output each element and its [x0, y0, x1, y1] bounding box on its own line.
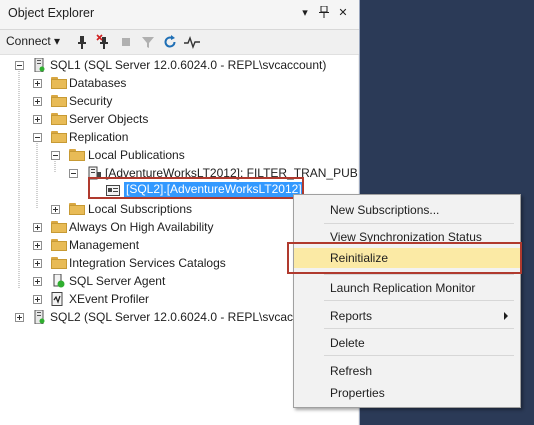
folder-icon [51, 239, 67, 251]
stop-icon[interactable] [118, 34, 134, 50]
menu-separator [324, 300, 514, 301]
tree-node-replication[interactable]: Replication [0, 128, 358, 146]
node-label: Local Subscriptions [88, 202, 193, 216]
expand-toggle[interactable] [33, 295, 42, 304]
expand-toggle[interactable] [33, 277, 42, 286]
expand-toggle[interactable] [33, 79, 42, 88]
folder-icon [51, 113, 67, 125]
expand-toggle[interactable] [33, 97, 42, 106]
connect-button[interactable]: Connect ▾ [6, 34, 60, 48]
folder-icon [51, 77, 67, 89]
folder-icon [69, 149, 85, 161]
refresh-icon[interactable] [162, 34, 178, 50]
reinitialize-highlight-box [287, 242, 522, 274]
node-label: SQL Server Agent [69, 274, 166, 288]
title-bar: Object Explorer ▾ ✕ [0, 0, 359, 30]
close-icon[interactable]: ✕ [336, 6, 350, 20]
menu-separator [324, 274, 514, 275]
menu-item-label: Refresh [330, 364, 373, 378]
filter-icon[interactable] [140, 34, 156, 50]
menu-item-properties[interactable]: Properties [294, 383, 520, 403]
expand-toggle[interactable] [33, 241, 42, 250]
server-icon [33, 309, 45, 325]
node-label: Replication [69, 130, 129, 144]
node-label: Server Objects [69, 112, 149, 126]
connect-object-explorer-icon[interactable] [74, 34, 90, 50]
node-label: Always On High Availability [69, 220, 214, 234]
tree-node-security[interactable]: Security [0, 92, 358, 110]
tree-node-server-objects[interactable]: Server Objects [0, 110, 358, 128]
node-label: Local Publications [88, 148, 185, 162]
menu-item-label: Reports [330, 309, 373, 323]
menu-item-delete[interactable]: Delete [294, 333, 520, 353]
expand-toggle[interactable] [33, 259, 42, 268]
tree-node-local-publications[interactable]: Local Publications [0, 146, 358, 164]
menu-item-label: Delete [330, 336, 365, 350]
menu-item-refresh[interactable]: Refresh [294, 361, 520, 381]
server-label: SQL2 (SQL Server 12.0.6024.0 - REPL\svca… [50, 310, 323, 324]
submenu-arrow-icon [504, 312, 508, 320]
collapse-toggle[interactable] [33, 133, 42, 142]
menu-item-label: New Subscriptions... [330, 203, 440, 217]
collapse-toggle[interactable] [69, 169, 78, 178]
tree-node-databases[interactable]: Databases [0, 74, 358, 92]
dropdown-icon[interactable]: ▾ [298, 6, 312, 20]
folder-icon [69, 203, 85, 215]
collapse-toggle[interactable] [51, 151, 60, 160]
folder-icon [51, 131, 67, 143]
expand-toggle[interactable] [51, 205, 60, 214]
node-label: Integration Services Catalogs [69, 256, 226, 270]
activity-monitor-icon[interactable] [184, 34, 200, 50]
selection-highlight-box [88, 177, 304, 199]
node-label: Databases [69, 76, 127, 90]
menu-item-new-subscriptions[interactable]: New Subscriptions... [294, 200, 520, 220]
menu-item-label: Properties [330, 386, 385, 400]
pin-icon[interactable] [317, 5, 331, 20]
expand-toggle[interactable] [33, 223, 42, 232]
toolbar: Connect ▾ [0, 30, 359, 55]
expand-toggle[interactable] [33, 115, 42, 124]
menu-separator [324, 223, 514, 224]
context-menu: New Subscriptions... View Synchronizatio… [293, 194, 521, 408]
collapse-toggle[interactable] [15, 61, 24, 70]
folder-icon [51, 257, 67, 269]
menu-item-label: Launch Replication Monitor [330, 281, 476, 295]
node-label: Security [69, 94, 113, 108]
disconnect-icon[interactable] [96, 34, 112, 50]
profiler-icon [51, 292, 63, 306]
node-label: Management [69, 238, 140, 252]
folder-icon [51, 95, 67, 107]
window-title: Object Explorer [8, 6, 95, 20]
agent-icon [51, 273, 65, 288]
menu-separator [324, 328, 514, 329]
server-label: SQL1 (SQL Server 12.0.6024.0 - REPL\svca… [50, 58, 327, 72]
server-icon [33, 57, 45, 73]
menu-separator [324, 355, 514, 356]
tree-node-server-sql1[interactable]: SQL1 (SQL Server 12.0.6024.0 - REPL\svca… [0, 56, 358, 74]
folder-icon [51, 221, 67, 233]
node-label: XEvent Profiler [69, 292, 150, 306]
menu-item-launch-replication-monitor[interactable]: Launch Replication Monitor [294, 278, 520, 298]
expand-toggle[interactable] [15, 313, 24, 322]
menu-item-reports[interactable]: Reports [294, 306, 520, 326]
